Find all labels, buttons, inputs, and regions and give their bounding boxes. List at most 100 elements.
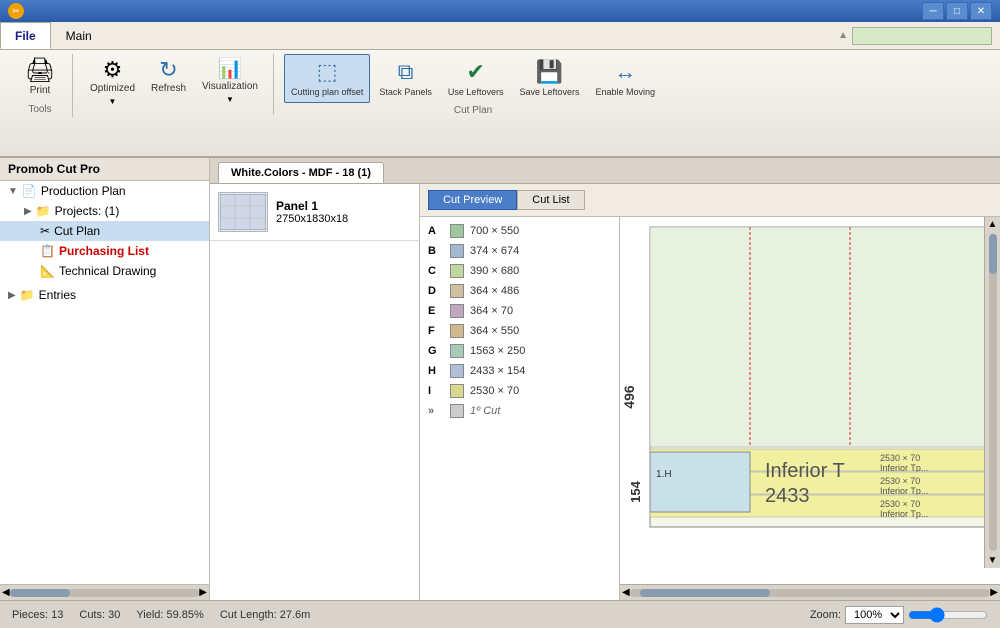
projects-icon: 📁 bbox=[36, 204, 51, 218]
sidebar-scroll-right[interactable]: ▶ bbox=[199, 587, 207, 598]
cut-list-row-a: A 700 × 550 bbox=[424, 221, 615, 241]
cut-list-row-e: E 364 × 70 bbox=[424, 301, 615, 321]
horizontal-scrollbar[interactable]: ◀ ▶ bbox=[620, 584, 1000, 600]
visualization-label: Visualization bbox=[202, 81, 258, 93]
projects-label: Projects: (1) bbox=[55, 204, 120, 218]
status-pieces: Pieces: 13 bbox=[12, 609, 63, 621]
view-group-label bbox=[83, 111, 265, 115]
text-1i-label: Inferior Tp... bbox=[880, 509, 928, 519]
entries-toggle: ▶ bbox=[8, 290, 16, 301]
cut-tab-list[interactable]: Cut List bbox=[517, 190, 584, 210]
cutplan-group-label: Cut Plan bbox=[284, 103, 662, 118]
scroll-right-button[interactable]: ▶ bbox=[990, 587, 998, 598]
use-leftovers-label: Use Leftovers bbox=[448, 87, 504, 98]
restore-button[interactable]: □ bbox=[946, 2, 968, 20]
cut-color-special bbox=[450, 404, 464, 418]
technical-drawing-label: Technical Drawing bbox=[59, 264, 156, 278]
save-leftovers-button[interactable]: 💾 Save Leftovers bbox=[512, 54, 586, 103]
zoom-label: Zoom: bbox=[810, 609, 841, 621]
sidebar: Promob Cut Pro ▼ 📄 Production Plan ▶ 📁 P… bbox=[0, 158, 210, 600]
text-1i-dims: 2530 × 70 bbox=[880, 499, 920, 509]
panel-list: Panel 1 2750x1830x18 bbox=[210, 184, 420, 600]
save-leftovers-label: Save Leftovers bbox=[519, 87, 579, 98]
close-button[interactable]: ✕ bbox=[970, 2, 992, 20]
ribbon-group-tools: 🖨 Print Tools bbox=[8, 54, 73, 117]
cut-dims-f: 364 × 550 bbox=[470, 325, 519, 337]
refresh-icon: ↻ bbox=[159, 59, 177, 81]
sidebar-item-purchasing-list[interactable]: 📋 Purchasing List bbox=[0, 241, 209, 261]
cut-letter-c: C bbox=[428, 265, 444, 277]
sidebar-tree: ▼ 📄 Production Plan ▶ 📁 Projects: (1) ✂ … bbox=[0, 181, 209, 584]
cut-color-a bbox=[450, 224, 464, 238]
print-button[interactable]: 🖨 Print bbox=[16, 54, 64, 102]
zoom-select[interactable]: 50% 75% 100% 125% 150% 200% bbox=[845, 606, 904, 624]
optimized-label: Optimized bbox=[90, 83, 135, 95]
cut-tab-preview[interactable]: Cut Preview bbox=[428, 190, 517, 210]
cut-list-row-g: G 1563 × 250 bbox=[424, 341, 615, 361]
app-icon: ✂ bbox=[8, 3, 24, 19]
content-tab-mdf[interactable]: White.Colors - MDF - 18 (1) bbox=[218, 162, 384, 183]
zoom-slider[interactable] bbox=[908, 607, 988, 623]
h-scroll-track bbox=[630, 589, 991, 597]
cutting-plan-offset-button[interactable]: ⬚ Cutting plan offset bbox=[284, 54, 370, 103]
label-2433: 2433 bbox=[765, 485, 810, 507]
sidebar-scrollbar[interactable]: ◀ ▶ bbox=[0, 584, 209, 600]
vertical-scrollbar[interactable]: ▲ ▼ bbox=[984, 217, 1000, 568]
save-leftovers-icon: 💾 bbox=[536, 59, 563, 85]
visualization-icon: 📊 bbox=[218, 59, 243, 79]
cut-list-row-d: D 364 × 486 bbox=[424, 281, 615, 301]
cut-dims-c: 390 × 680 bbox=[470, 265, 519, 277]
cut-color-b bbox=[450, 244, 464, 258]
sidebar-scroll-thumb bbox=[10, 589, 70, 597]
label-154: 154 bbox=[628, 480, 643, 502]
sidebar-item-cut-plan[interactable]: ✂ Cut Plan bbox=[0, 221, 209, 241]
cut-list-row-b: B 374 × 674 bbox=[424, 241, 615, 261]
stack-panels-button[interactable]: ⧉ Stack Panels bbox=[372, 54, 439, 103]
menu-tab-main[interactable]: Main bbox=[51, 22, 107, 49]
cut-letter-f: F bbox=[428, 325, 444, 337]
enable-moving-button[interactable]: ↔ Enable Moving bbox=[589, 54, 663, 103]
ribbon-cutplan-items: ⬚ Cutting plan offset ⧉ Stack Panels ✔ U… bbox=[284, 54, 662, 103]
visualization-arrow: ▼ bbox=[226, 95, 234, 104]
cut-plan-icon: ✂ bbox=[40, 224, 50, 238]
use-leftovers-button[interactable]: ✔ Use Leftovers bbox=[441, 54, 511, 103]
ribbon-search-input[interactable] bbox=[852, 27, 992, 45]
panel-name: Panel 1 bbox=[276, 199, 348, 213]
scroll-down-button[interactable]: ▼ bbox=[986, 553, 1000, 568]
cut-letter-a: A bbox=[428, 225, 444, 237]
cut-preview-svg: 496 3.I 2530 × 70 Inferior Tp... bbox=[620, 217, 1000, 547]
sidebar-item-technical-drawing[interactable]: 📐 Technical Drawing bbox=[0, 261, 209, 281]
panel-item-1[interactable]: Panel 1 2750x1830x18 bbox=[210, 184, 419, 241]
cut-content: A 700 × 550 B 374 × 674 C 390 × 6 bbox=[420, 217, 1000, 600]
ribbon-view-items: ⚙ Optimized ▼ ↻ Refresh 📊 Visualization … bbox=[83, 54, 265, 111]
vertical-scroll-thumb bbox=[989, 234, 997, 274]
label-496: 496 bbox=[621, 385, 637, 409]
production-plan-label: Production Plan bbox=[41, 184, 126, 198]
sidebar-item-projects[interactable]: ▶ 📁 Projects: (1) bbox=[0, 201, 209, 221]
projects-toggle: ▶ bbox=[24, 206, 32, 217]
sidebar-scroll-left[interactable]: ◀ bbox=[2, 587, 10, 598]
sidebar-item-production-plan[interactable]: ▼ 📄 Production Plan bbox=[0, 181, 209, 201]
cut-letter-e: E bbox=[428, 305, 444, 317]
cut-color-g bbox=[450, 344, 464, 358]
ribbon-tools-items: 🖨 Print bbox=[16, 54, 64, 102]
refresh-button[interactable]: ↻ Refresh bbox=[144, 54, 193, 111]
cutting-plan-offset-label: Cutting plan offset bbox=[291, 87, 363, 98]
cut-list-row-special: » 1º Cut bbox=[424, 401, 615, 421]
sidebar-scroll-track bbox=[10, 589, 200, 597]
visualization-button[interactable]: 📊 Visualization ▼ bbox=[195, 54, 265, 111]
cut-letter-special: » bbox=[428, 405, 444, 417]
minimize-button[interactable]: ─ bbox=[922, 2, 944, 20]
optimized-button[interactable]: ⚙ Optimized ▼ bbox=[83, 54, 142, 111]
label-1h: 1.H bbox=[656, 469, 672, 480]
sidebar-item-entries[interactable]: ▶ 📁 Entries bbox=[0, 285, 209, 305]
menu-tab-file[interactable]: File bbox=[0, 22, 51, 49]
h-scroll-thumb bbox=[640, 589, 770, 597]
enable-moving-label: Enable Moving bbox=[596, 87, 656, 98]
main-container: Promob Cut Pro ▼ 📄 Production Plan ▶ 📁 P… bbox=[0, 158, 1000, 600]
scroll-left-button[interactable]: ◀ bbox=[622, 587, 630, 598]
cut-dims-e: 364 × 70 bbox=[470, 305, 513, 317]
scroll-up-button[interactable]: ▲ bbox=[986, 217, 1000, 232]
cut-color-f bbox=[450, 324, 464, 338]
zoom-control: Zoom: 50% 75% 100% 125% 150% 200% bbox=[810, 606, 988, 624]
